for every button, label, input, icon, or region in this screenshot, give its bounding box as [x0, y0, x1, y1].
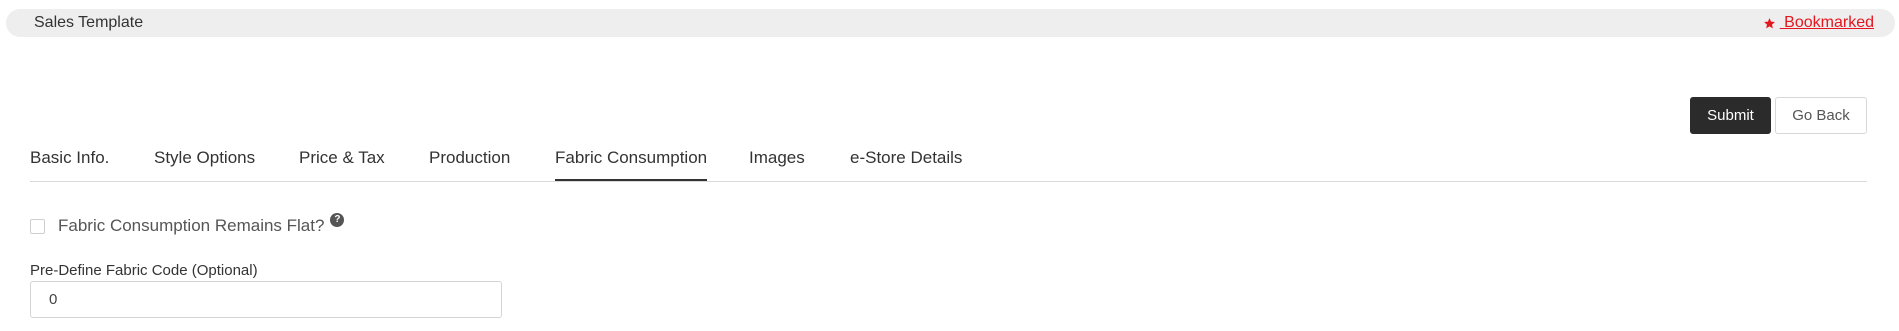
tab-images[interactable]: Images	[749, 148, 805, 181]
page: Sales Template Bookmarked Submit Go Back…	[0, 0, 1899, 331]
bookmark-link[interactable]: Bookmarked	[1763, 14, 1874, 32]
tab-e-store-details[interactable]: e-Store Details	[850, 148, 962, 181]
tab-basic-info[interactable]: Basic Info.	[30, 148, 109, 181]
flat-consumption-row: Fabric Consumption Remains Flat? ?	[30, 213, 345, 236]
star-icon	[1763, 17, 1775, 28]
page-title: Sales Template	[34, 14, 144, 31]
bookmark-label: Bookmarked	[1779, 14, 1874, 31]
question-circle-icon[interactable]: ?	[330, 213, 345, 227]
submit-button[interactable]: Submit	[1690, 97, 1771, 134]
tab-fabric-consumption[interactable]: Fabric Consumption	[555, 148, 708, 181]
tab-style-options[interactable]: Style Options	[154, 148, 255, 181]
tab-bar: Basic Info. Style Options Price & Tax Pr…	[30, 145, 1867, 182]
flat-consumption-label: Fabric Consumption Remains Flat?	[58, 216, 325, 235]
tab-price-tax[interactable]: Price & Tax	[299, 148, 385, 181]
go-back-button[interactable]: Go Back	[1775, 97, 1867, 134]
fabric-code-input[interactable]	[30, 281, 502, 318]
fabric-code-label: Pre-Define Fabric Code (Optional)	[30, 262, 258, 279]
page-header: Sales Template Bookmarked	[6, 9, 1895, 37]
flat-consumption-checkbox[interactable]	[30, 218, 45, 234]
tab-production[interactable]: Production	[429, 148, 510, 181]
